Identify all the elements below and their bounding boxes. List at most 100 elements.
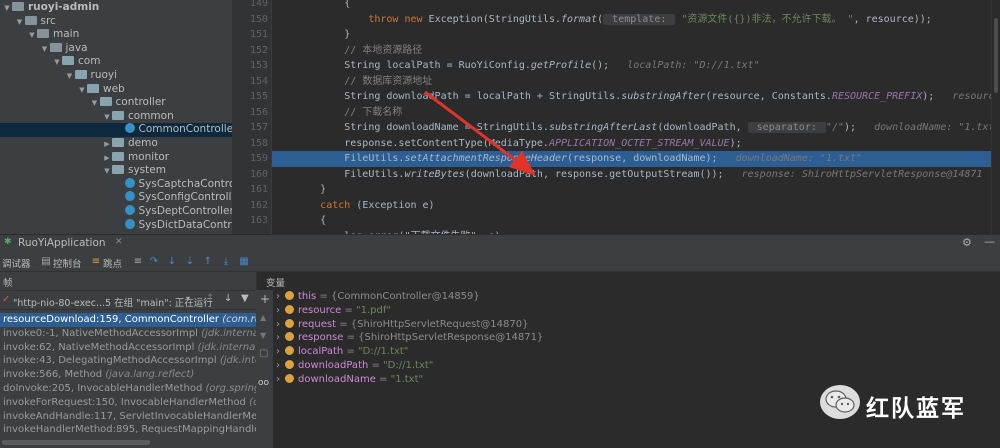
menu-icon[interactable]: ≡ (132, 256, 144, 268)
chevron-right-icon[interactable]: › (276, 305, 280, 316)
chevron-down-icon[interactable]: ▼ (102, 165, 112, 179)
tree-item[interactable]: SysConfigController (0, 191, 232, 205)
tree-item[interactable]: CommonController (0, 123, 232, 137)
line-number: 159 (249, 153, 268, 164)
step-out-icon[interactable]: ↑ (202, 256, 214, 268)
copy-icon[interactable]: ▢ (259, 348, 268, 359)
chevron-down-icon[interactable]: ▼ (2, 2, 12, 16)
chevron-down-icon[interactable]: ▼ (27, 29, 37, 43)
chevron-right-icon[interactable]: › (276, 319, 280, 330)
stack-frame[interactable]: invoke0:-1, NativeMethodAccessorImpl (jd… (0, 327, 256, 341)
equals-sign: = (341, 304, 357, 316)
variable-row[interactable]: › response = {ShiroHttpServletResponse@14… (276, 331, 543, 345)
arrow-down-icon[interactable]: ↓ (224, 293, 232, 304)
tab-jump[interactable]: 跳点 (103, 256, 122, 270)
tree-item[interactable]: ▼ controller (0, 96, 232, 110)
chevron-right-icon[interactable]: ▶ (102, 152, 112, 166)
step-over-icon[interactable]: ↷ (148, 256, 160, 268)
tree-item[interactable]: ▼ src (0, 15, 232, 29)
stack-frame[interactable]: resourceDownload:159, CommonController (… (0, 313, 256, 327)
tree-item[interactable]: ▶ demo (0, 137, 232, 151)
stack-frame[interactable]: invokeForRequest:150, InvocableHandlerMe… (0, 396, 256, 410)
minimize-icon[interactable]: — (984, 235, 995, 248)
code-line: catch (Exception e) (272, 198, 991, 214)
editor-scrollbar-thumb[interactable] (994, 18, 998, 93)
variable-value: "1.txt" (390, 373, 424, 385)
chevron-right-icon[interactable]: › (276, 332, 280, 343)
tree-item-label: monitor (128, 150, 170, 163)
step-into-icon[interactable]: ↓ (166, 256, 178, 268)
tab-console[interactable]: 控制台 (53, 256, 82, 270)
tree-item[interactable]: ▼ ruoyi (0, 69, 232, 83)
package-icon (87, 83, 99, 93)
arrow-up-icon[interactable]: ↑ (206, 293, 214, 304)
variable-row[interactable]: › downloadPath = "D://1.txt" (276, 359, 433, 373)
line-number: 157 (249, 122, 268, 133)
variable-row[interactable]: › downloadName = "1.txt" (276, 373, 423, 387)
stack-frame-method: invoke:62, NativeMethodAccessorImpl (3, 341, 195, 353)
code-token: // 数据库资源地址 (272, 75, 433, 87)
force-step-into-icon[interactable]: ⇣ (184, 256, 196, 268)
stack-frame[interactable]: invokeHandlerMethod:895, RequestMappingH… (0, 423, 256, 437)
tree-item[interactable]: ▼ java (0, 42, 232, 56)
variable-row[interactable]: › request = {ShiroHttpServletRequest@1487… (276, 318, 529, 332)
chevron-down-icon[interactable]: ▼ (65, 70, 75, 84)
code-editor[interactable]: { throw new Exception(StringUtils.format… (272, 0, 991, 234)
chevron-down-icon[interactable]: ▾ (186, 294, 190, 303)
add-watch-icon[interactable]: + (260, 292, 270, 306)
chevron-right-icon[interactable]: › (276, 346, 280, 357)
drop-frame-icon[interactable]: ⤓ (220, 256, 232, 268)
stack-frame[interactable]: invoke:43, DelegatingMethodAccessorImpl … (0, 354, 256, 368)
code-line: // 数据库资源地址 (272, 74, 991, 90)
run-config-tab[interactable]: RuoYiApplication (18, 237, 106, 249)
tree-item[interactable]: ▼ ruoyi-admin (0, 1, 232, 15)
tree-item[interactable]: SysDeptController (0, 205, 232, 219)
tree-item[interactable]: ▼ web (0, 83, 232, 97)
tree-item[interactable]: SysDictDataController (0, 218, 232, 233)
chevron-down-icon[interactable]: ▼ (260, 331, 266, 340)
tab-debugger[interactable]: 调试器 (2, 256, 31, 270)
stack-frame[interactable]: invokeAndHandle:117, ServletInvocableHan… (0, 410, 256, 424)
package-icon (112, 138, 124, 147)
tree-item[interactable]: ▼ com (0, 55, 232, 69)
chevron-right-icon[interactable]: › (276, 374, 280, 385)
stack-frame[interactable]: doInvoke:205, InvocableHandlerMethod (or… (0, 382, 256, 396)
chevron-right-icon[interactable]: › (276, 360, 280, 371)
chevron-down-icon[interactable]: ▼ (52, 56, 62, 70)
variable-row[interactable]: › this = {CommonController@14859} (276, 290, 480, 304)
class-icon (124, 191, 135, 202)
tree-item[interactable]: ▼ main (0, 28, 232, 42)
close-icon[interactable]: ✕ (115, 237, 123, 247)
stack-frame[interactable]: invoke:566, Method (java.lang.reflect) (0, 368, 256, 382)
class-icon (124, 177, 135, 188)
project-tree: ▼ ruoyi-admin ▼ src ▼ main ▼ java ▼ com ▼ ruoyi ▼ web… (0, 0, 232, 234)
gear-icon[interactable]: ⚙ (962, 236, 972, 249)
class-icon (124, 123, 135, 134)
chevron-down-icon[interactable]: ▼ (102, 111, 112, 125)
chevron-up-icon[interactable]: ▲ (260, 313, 266, 322)
chevron-down-icon[interactable]: ▼ (90, 97, 100, 111)
tree-item[interactable]: ▼ common (0, 110, 232, 124)
chevron-down-icon[interactable]: ▼ (15, 16, 25, 30)
tree-item[interactable]: ▶ monitor (0, 151, 232, 165)
filter-icon[interactable]: ▼ (241, 293, 249, 304)
chevron-down-icon[interactable]: ▼ (40, 43, 50, 57)
tree-item[interactable]: SysCaptchaController (0, 177, 232, 192)
frames-scrollbar-thumb[interactable] (2, 440, 150, 445)
glasses-icon[interactable]: oo (258, 378, 269, 388)
variable-row[interactable]: › localPath = "D://1.txt" (276, 345, 408, 359)
debug-toolbar: 调试器 ▤ 控制台 ≡ 跳点 ≡ ↷ ↓ ⇣ ↑ ⤓ ▦ (0, 251, 1000, 272)
stack-frame-package: (org.springfra (249, 396, 256, 408)
thread-selector[interactable]: ✓ "http-nio-80-exec...5 在组 "main": 正在运行 … (0, 290, 256, 310)
evaluate-icon[interactable]: ▦ (238, 256, 250, 268)
stack-frame-method: doInvoke:205, InvocableHandlerMethod (3, 383, 203, 394)
stack-frame[interactable]: invoke:62, NativeMethodAccessorImpl (jdk… (0, 341, 256, 355)
chevron-down-icon[interactable]: ▼ (77, 84, 87, 98)
package-icon (112, 151, 124, 161)
chevron-right-icon[interactable]: ▶ (102, 138, 112, 152)
code-token: template: (603, 13, 676, 25)
variable-row[interactable]: › resource = "1.pdf" (276, 304, 391, 318)
chevron-right-icon[interactable]: › (276, 291, 280, 302)
equals-sign: = (368, 360, 384, 371)
tree-item[interactable]: ▼ system (0, 164, 232, 178)
